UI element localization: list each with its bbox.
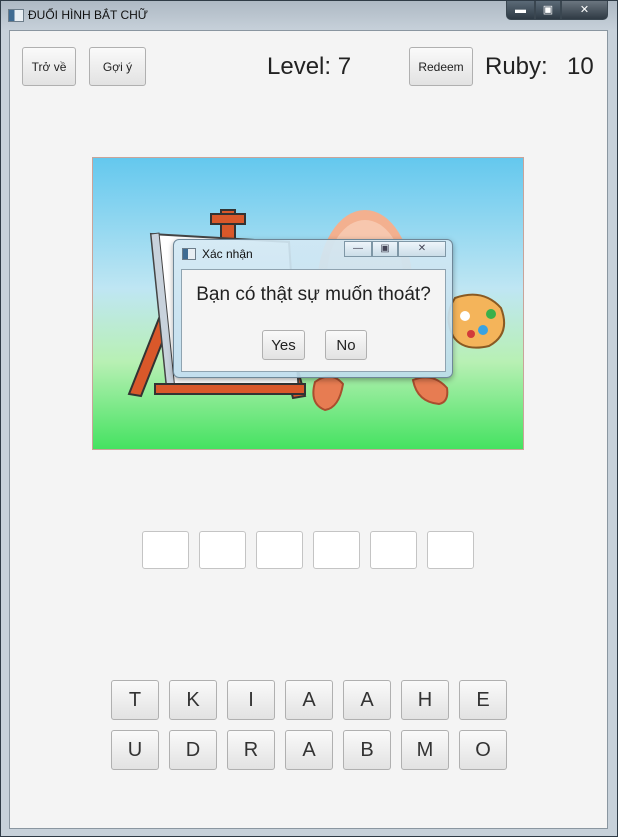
dialog-app-icon: [182, 248, 196, 260]
letter-tile[interactable]: O: [459, 730, 507, 770]
dialog-maximize-button[interactable]: ▣: [372, 241, 398, 257]
answer-slot-2[interactable]: [199, 531, 246, 569]
minimize-button[interactable]: ▬: [506, 1, 535, 20]
letter-tile[interactable]: A: [285, 680, 333, 720]
letter-tile[interactable]: E: [459, 680, 507, 720]
character-foot-right: [411, 376, 449, 406]
dialog-message: Bạn có thật sự muốn thoát?: [196, 284, 431, 305]
no-button[interactable]: No: [325, 330, 367, 360]
palette-paint-green: [486, 309, 496, 319]
paint-palette: [447, 293, 505, 349]
letter-tile[interactable]: D: [169, 730, 217, 770]
letter-tile[interactable]: B: [343, 730, 391, 770]
letter-tile[interactable]: M: [401, 730, 449, 770]
letter-tile[interactable]: K: [169, 680, 217, 720]
hint-button[interactable]: Gợi ý: [89, 47, 146, 86]
yes-button[interactable]: Yes: [262, 330, 305, 360]
palette-paint-white: [460, 311, 470, 321]
answer-slot-6[interactable]: [427, 531, 474, 569]
letter-tile[interactable]: U: [111, 730, 159, 770]
easel-ledge: [154, 383, 306, 395]
character-foot-left: [312, 375, 345, 412]
letter-tile[interactable]: I: [227, 680, 275, 720]
ruby-count: 10: [567, 53, 594, 80]
answer-slot-4[interactable]: [313, 531, 360, 569]
ruby-label: Ruby:: [485, 53, 548, 80]
app-icon: [8, 9, 24, 22]
app-window: ĐUỔI HÌNH BẮT CHỮ ▬ ▣ ✕ Trở về Gợi ý Lev…: [0, 0, 618, 837]
confirm-dialog: Xác nhận — ▣ ✕ Bạn có thật sự muốn thoát…: [173, 239, 453, 378]
letter-tile[interactable]: A: [285, 730, 333, 770]
level-label: Level: 7: [267, 53, 352, 80]
dialog-title: Xác nhận: [202, 247, 253, 261]
game-panel: Trở về Gợi ý Level: 7 Redeem Ruby: 10 T …: [9, 30, 608, 829]
window-title: ĐUỔI HÌNH BẮT CHỮ: [28, 8, 149, 22]
easel-crossbar: [210, 213, 246, 225]
answer-slot-3[interactable]: [256, 531, 303, 569]
maximize-button[interactable]: ▣: [535, 1, 561, 20]
dialog-content: Bạn có thật sự muốn thoát? Yes No: [181, 269, 446, 372]
answer-slot-1[interactable]: [142, 531, 189, 569]
palette-paint-blue: [478, 325, 488, 335]
letter-tile[interactable]: A: [343, 680, 391, 720]
title-bar[interactable]: ĐUỔI HÌNH BẮT CHỮ ▬ ▣ ✕: [1, 1, 617, 29]
redeem-button[interactable]: Redeem: [409, 47, 473, 86]
letter-tile[interactable]: H: [401, 680, 449, 720]
letter-tile[interactable]: R: [227, 730, 275, 770]
dialog-close-button[interactable]: ✕: [398, 241, 446, 257]
close-button[interactable]: ✕: [561, 1, 608, 20]
letter-tile[interactable]: T: [111, 680, 159, 720]
dialog-minimize-button[interactable]: —: [344, 241, 372, 257]
back-button[interactable]: Trở về: [22, 47, 76, 86]
palette-paint-red: [467, 330, 475, 338]
answer-slot-5[interactable]: [370, 531, 417, 569]
